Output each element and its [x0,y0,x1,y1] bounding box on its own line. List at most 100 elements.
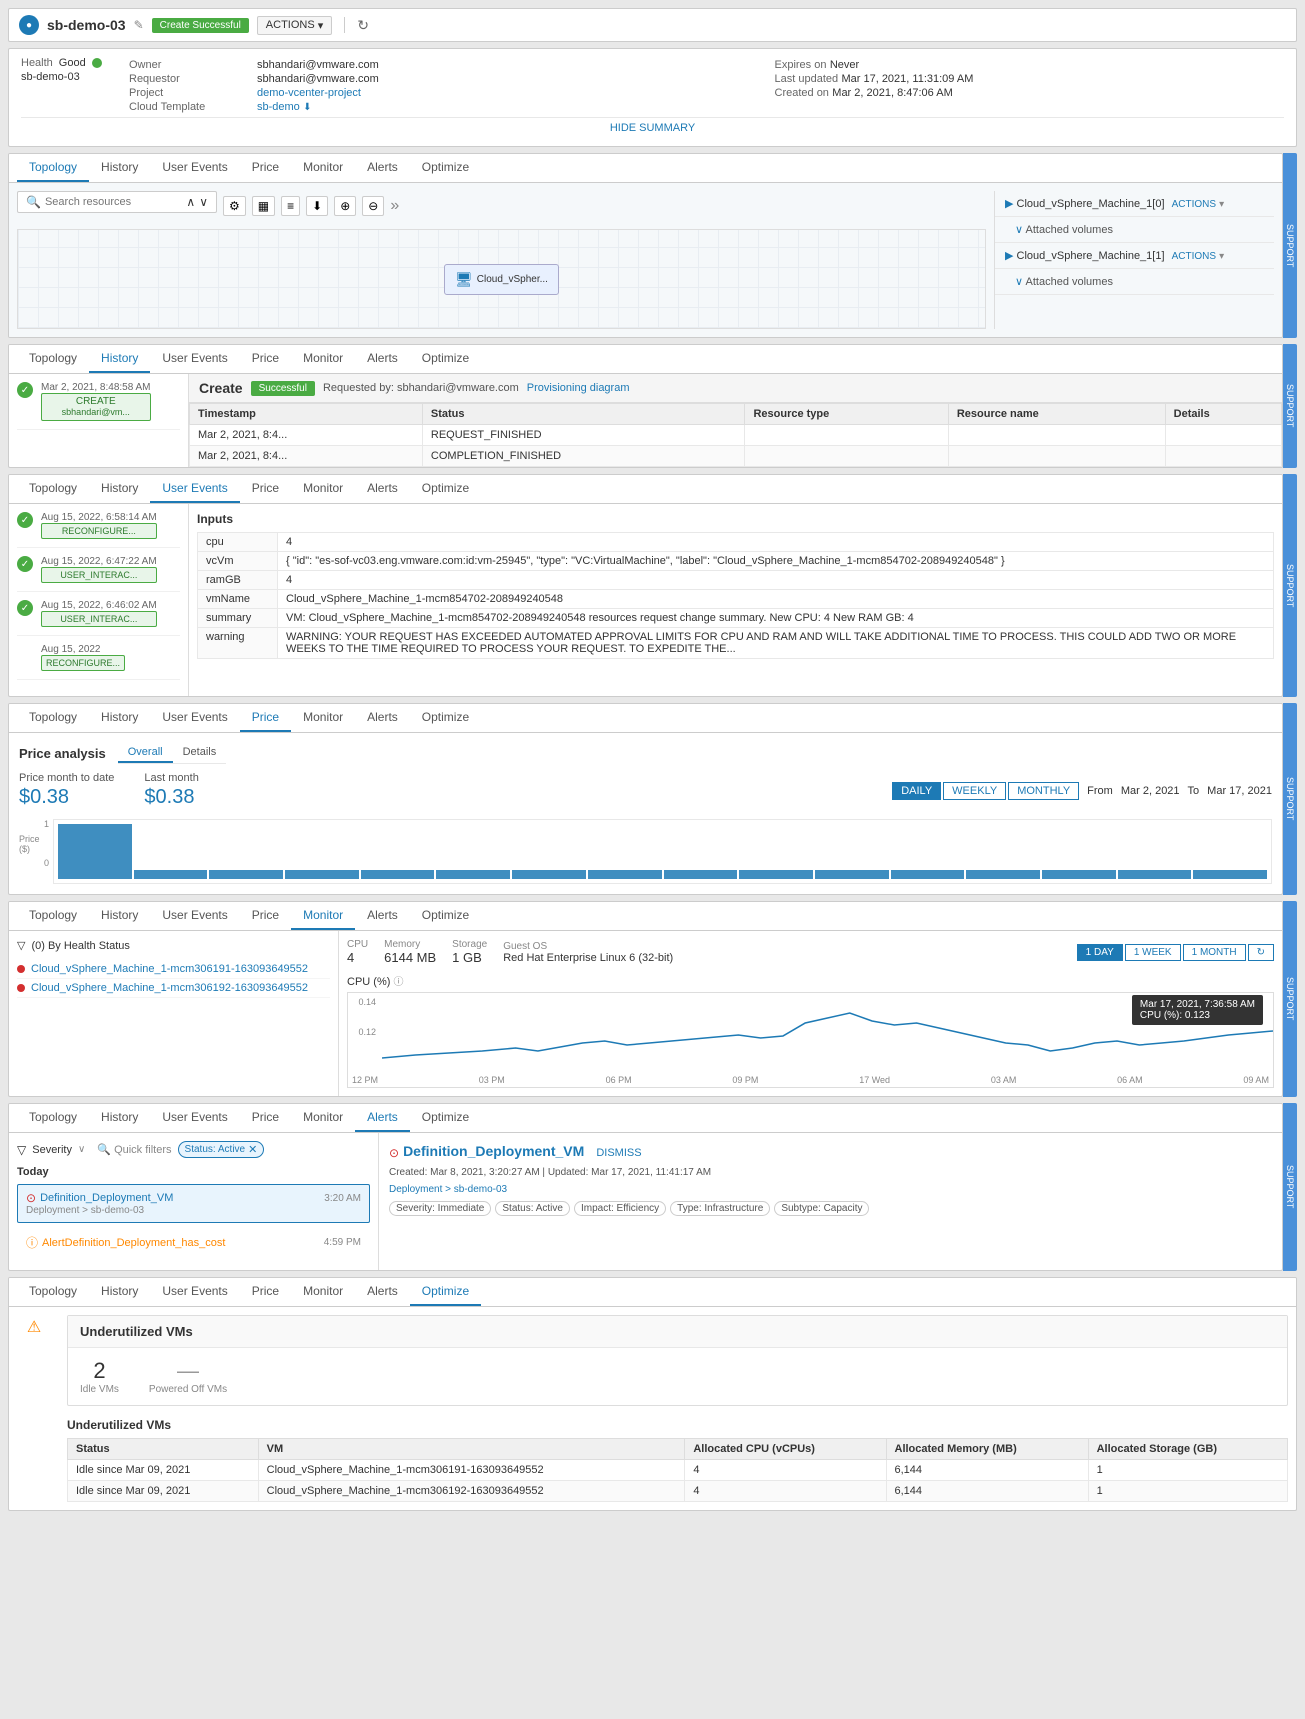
tab-user-events[interactable]: User Events [150,154,239,182]
tab-o-alerts[interactable]: Alerts [355,1278,410,1306]
support-grip-1[interactable]: SUPPORT [1283,153,1297,338]
search-input[interactable] [45,196,182,208]
dismiss-button[interactable]: DISMISS [596,1147,641,1159]
tab-p-monitor[interactable]: Monitor [291,704,355,732]
expand-arrow-1[interactable]: ▶ [1005,198,1013,210]
time-btn-1month[interactable]: 1 MONTH [1183,944,1246,961]
tab-optimize[interactable]: Optimize [410,154,481,182]
tab-ue-alerts[interactable]: Alerts [355,475,410,503]
ue-badge-3[interactable]: USER_INTERAC... [41,611,157,627]
tab-m-history[interactable]: History [89,902,150,930]
table-row: Idle since Mar 09, 2021 Cloud_vSphere_Ma… [68,1481,1288,1502]
severity-dropdown-icon[interactable]: ∨ [78,1144,85,1155]
grid-icon[interactable]: ▦ [252,196,275,216]
zoom-in-icon[interactable]: ⊕ [334,196,356,216]
vm-node[interactable]: 🖥 Cloud_vSpher... [444,264,559,295]
settings-icon[interactable]: ⚙ [223,196,246,216]
tab-o-history[interactable]: History [89,1278,150,1306]
tab-o-optimize[interactable]: Optimize [410,1278,481,1306]
expand-icon[interactable]: » [390,197,399,215]
tab-a-topology[interactable]: Topology [17,1104,89,1132]
ue-badge-1[interactable]: RECONFIGURE... [41,523,157,539]
tab-o-topology[interactable]: Topology [17,1278,89,1306]
create-badge[interactable]: CREATE sbhandari@vm... [41,393,151,421]
support-grip-6[interactable]: SUPPORT [1283,1103,1297,1271]
alert-item-2[interactable]: ⓘ AlertDefinition_Deployment_has_cost 4:… [17,1227,370,1258]
tab-o-user-events[interactable]: User Events [150,1278,239,1306]
time-btn-1week[interactable]: 1 WEEK [1125,944,1181,961]
tab-p-history[interactable]: History [89,704,150,732]
filter-close-icon[interactable]: ✕ [248,1143,257,1156]
actions-link-1[interactable]: ACTIONS [1172,199,1216,210]
tab-o-price[interactable]: Price [240,1278,291,1306]
hide-summary-button[interactable]: HIDE SUMMARY [21,117,1284,138]
actions-link-2[interactable]: ACTIONS [1172,251,1216,262]
tab-ue-monitor[interactable]: Monitor [291,475,355,503]
tab-m-topology[interactable]: Topology [17,902,89,930]
time-btn-1day[interactable]: 1 DAY [1077,944,1123,961]
list-icon[interactable]: ≡ [281,196,300,216]
provisioning-diagram-link[interactable]: Provisioning diagram [527,382,630,394]
tab-a-user-events[interactable]: User Events [150,1104,239,1132]
tab-ue-user-events[interactable]: User Events [150,475,239,503]
tab-m-monitor[interactable]: Monitor [291,902,355,930]
tab-a-optimize[interactable]: Optimize [410,1104,481,1132]
tab-ue-topology[interactable]: Topology [17,475,89,503]
period-daily[interactable]: DAILY [892,782,941,800]
tab-ue-history[interactable]: History [89,475,150,503]
tab-h-alerts[interactable]: Alerts [355,345,410,373]
tab-h-topology[interactable]: Topology [17,345,89,373]
refresh-icon[interactable]: ↻ [357,17,369,34]
tab-monitor[interactable]: Monitor [291,154,355,182]
tab-details[interactable]: Details [173,743,227,763]
tab-p-user-events[interactable]: User Events [150,704,239,732]
vm-name-2[interactable]: Cloud_vSphere_Machine_1-mcm306192-163093… [31,982,308,994]
tab-m-optimize[interactable]: Optimize [410,902,481,930]
tab-h-price[interactable]: Price [240,345,291,373]
tab-p-topology[interactable]: Topology [17,704,89,732]
tab-m-price[interactable]: Price [240,902,291,930]
zoom-out-icon[interactable]: ⊖ [362,196,384,216]
tab-a-alerts[interactable]: Alerts [355,1104,410,1132]
tab-m-alerts[interactable]: Alerts [355,902,410,930]
period-weekly[interactable]: WEEKLY [943,782,1006,800]
ue-badge-4[interactable]: RECONFIGURE... [41,655,125,671]
tab-o-monitor[interactable]: Monitor [291,1278,355,1306]
cloud-template-value[interactable]: sb-demo [257,101,300,113]
vm-name-1[interactable]: Cloud_vSphere_Machine_1-mcm306191-163093… [31,963,308,975]
tab-p-price[interactable]: Price [240,704,291,732]
support-grip-3[interactable]: SUPPORT [1283,474,1297,697]
alert-item-1[interactable]: ⊙ Definition_Deployment_VM 3:20 AM Deplo… [17,1184,370,1223]
chevron-down-icon-2: ∨ [1015,276,1023,288]
tab-h-history[interactable]: History [89,345,150,373]
tab-price[interactable]: Price [240,154,291,182]
tab-a-price[interactable]: Price [240,1104,291,1132]
tab-p-optimize[interactable]: Optimize [410,704,481,732]
tab-overall[interactable]: Overall [118,743,173,763]
expand-arrow-2[interactable]: ▶ [1005,250,1013,262]
support-grip-5[interactable]: SUPPORT [1283,901,1297,1097]
quick-filters-input[interactable]: 🔍 Quick filters [97,1143,171,1156]
tab-h-monitor[interactable]: Monitor [291,345,355,373]
tab-p-alerts[interactable]: Alerts [355,704,410,732]
tab-alerts[interactable]: Alerts [355,154,410,182]
download-icon[interactable]: ⬇ [306,196,328,216]
tab-history[interactable]: History [89,154,150,182]
refresh-monitor-btn[interactable]: ↻ [1248,944,1274,961]
tab-h-user-events[interactable]: User Events [150,345,239,373]
tab-h-optimize[interactable]: Optimize [410,345,481,373]
support-grip-2[interactable]: SUPPORT [1283,344,1297,468]
tab-m-user-events[interactable]: User Events [150,902,239,930]
tab-a-monitor[interactable]: Monitor [291,1104,355,1132]
period-monthly[interactable]: MONTHLY [1008,782,1079,800]
edit-icon[interactable]: ✎ [134,18,144,32]
ue-badge-2[interactable]: USER_INTERAC... [41,567,157,583]
right-panel-item-1: ▶ Cloud_vSphere_Machine_1[0] ACTIONS ▾ [995,191,1274,217]
tab-ue-price[interactable]: Price [240,475,291,503]
tab-ue-optimize[interactable]: Optimize [410,475,481,503]
actions-button[interactable]: ACTIONS ▾ [257,16,332,35]
support-grip-4[interactable]: SUPPORT [1283,703,1297,895]
project-value[interactable]: demo-vcenter-project [257,87,361,99]
tab-topology[interactable]: Topology [17,154,89,182]
tab-a-history[interactable]: History [89,1104,150,1132]
